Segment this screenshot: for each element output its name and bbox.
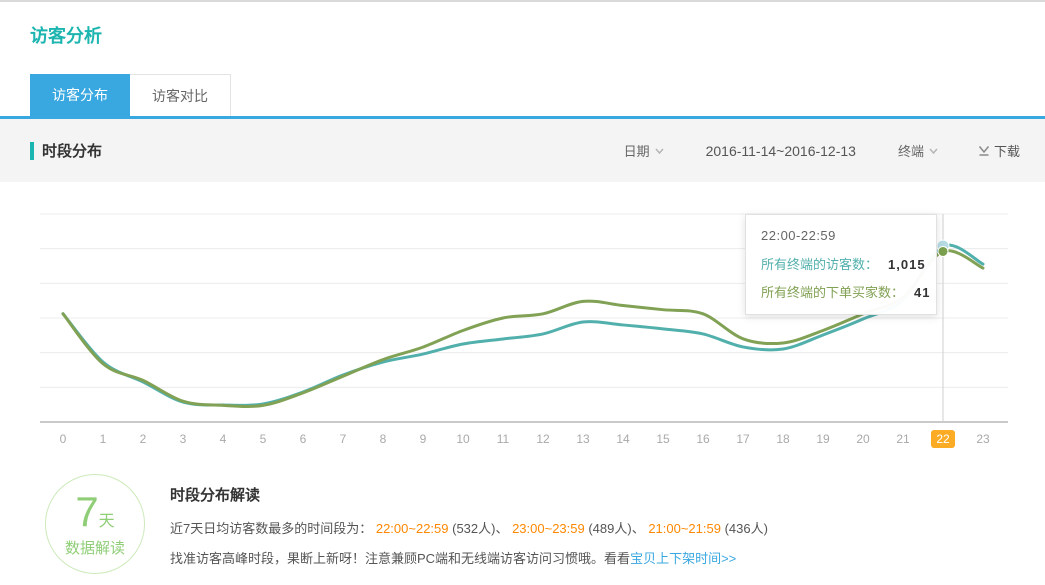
listing-time-link[interactable]: 宝贝上下架时间>>	[630, 551, 736, 566]
x-tick: 20	[849, 432, 877, 446]
x-tick: 4	[209, 432, 237, 446]
insight-body: 时段分布解读 近7天日均访客数最多的时间段为： 22:00~22:59 (532…	[170, 484, 1010, 578]
page-title: 访客分析	[30, 22, 102, 48]
buyers-hover-marker	[938, 246, 948, 256]
tooltip-rows: 所有终端的访客数：1,015 所有终端的下单买家数：41	[761, 254, 921, 301]
download-label: 下载	[994, 141, 1020, 160]
x-tick: 8	[369, 432, 397, 446]
x-tick: 9	[409, 432, 437, 446]
x-tick: 3	[169, 432, 197, 446]
x-tick-highlighted: 22	[931, 430, 955, 448]
tooltip-time-range: 22:00-22:59	[761, 228, 921, 243]
date-range-value[interactable]: 2016-11-14~2016-12-13	[706, 143, 856, 159]
tab-visitor-comparison[interactable]: 访客对比	[130, 74, 231, 116]
chevron-down-icon	[929, 148, 938, 154]
seven-day-badge: 7天 数据解读	[45, 474, 145, 574]
section-title: 时段分布	[42, 140, 102, 161]
download-button[interactable]: 下载	[978, 141, 1020, 160]
x-tick: 16	[689, 432, 717, 446]
insight-text: 找准访客高峰时段，果断上新呀！注意兼顾PC端和无线端访客访问习惯哦。看看	[170, 551, 630, 566]
x-tick: 6	[289, 432, 317, 446]
x-tick: 14	[609, 432, 637, 446]
terminal-dropdown[interactable]: 终端	[898, 141, 938, 160]
insight-text: 近7天日均访客数最多的时间段为：	[170, 521, 376, 536]
x-tick: 18	[769, 432, 797, 446]
peak-time-range: 22:00~22:59	[376, 521, 449, 536]
download-icon	[978, 145, 990, 157]
x-tick: 5	[249, 432, 277, 446]
date-dropdown[interactable]: 日期	[624, 141, 664, 160]
toolbar-controls: 日期 2016-11-14~2016-12-13 终端 下载	[624, 141, 1020, 160]
insight-heading: 时段分布解读	[170, 484, 1010, 505]
insight-line-1: 近7天日均访客数最多的时间段为： 22:00~22:59 (532人)、 23:…	[170, 518, 1010, 537]
tooltip-row-label: 所有终端的访客数：	[761, 257, 878, 272]
x-tick: 0	[49, 432, 77, 446]
tab-bar: 访客分布 访客对比	[30, 74, 231, 116]
tooltip-row: 所有终端的访客数：1,015	[761, 254, 921, 273]
insight-line-2: 找准访客高峰时段，果断上新呀！注意兼顾PC端和无线端访客访问习惯哦。看看宝贝上下…	[170, 548, 1010, 567]
section-accent-bar	[30, 142, 34, 160]
insight-text: (489人)、	[585, 521, 649, 536]
badge-number: 7天	[75, 491, 114, 533]
x-tick: 21	[889, 432, 917, 446]
tooltip-row-value: 41	[914, 285, 930, 300]
tooltip-row-label: 所有终端的下单买家数：	[761, 285, 904, 300]
x-tick: 2	[129, 432, 157, 446]
visitor-analysis-page: { "page": { "title": "访客分析" }, "tabs": […	[0, 0, 1045, 585]
peak-time-range: 23:00~23:59	[512, 521, 585, 536]
x-tick: 15	[649, 432, 677, 446]
section-toolbar: 时段分布 日期 2016-11-14~2016-12-13 终端 下载	[0, 119, 1045, 182]
badge-subtitle: 数据解读	[65, 537, 125, 558]
insight-text: (532人)、	[449, 521, 513, 536]
x-tick: 17	[729, 432, 757, 446]
terminal-dropdown-label: 终端	[898, 141, 924, 160]
x-tick: 1	[89, 432, 117, 446]
x-tick: 7	[329, 432, 357, 446]
tooltip-row: 所有终端的下单买家数：41	[761, 282, 921, 301]
chevron-down-icon	[655, 148, 664, 154]
x-tick: 12	[529, 432, 557, 446]
tab-visitor-distribution[interactable]: 访客分布	[30, 74, 130, 116]
insight-text: (436人)	[721, 521, 768, 536]
x-tick: 11	[489, 432, 517, 446]
x-tick: 10	[449, 432, 477, 446]
x-tick: 23	[969, 432, 997, 446]
chart-tooltip: 22:00-22:59 所有终端的访客数：1,015所有终端的下单买家数：41	[745, 214, 937, 315]
peak-time-range: 21:00~21:59	[648, 521, 721, 536]
x-tick: 13	[569, 432, 597, 446]
date-dropdown-label: 日期	[624, 141, 650, 160]
tooltip-row-value: 1,015	[888, 257, 926, 272]
hourly-distribution-chart[interactable]: 01234567891011121314151617181920212223 2…	[0, 182, 1045, 462]
x-tick: 19	[809, 432, 837, 446]
section-title-wrap: 时段分布	[30, 140, 102, 161]
